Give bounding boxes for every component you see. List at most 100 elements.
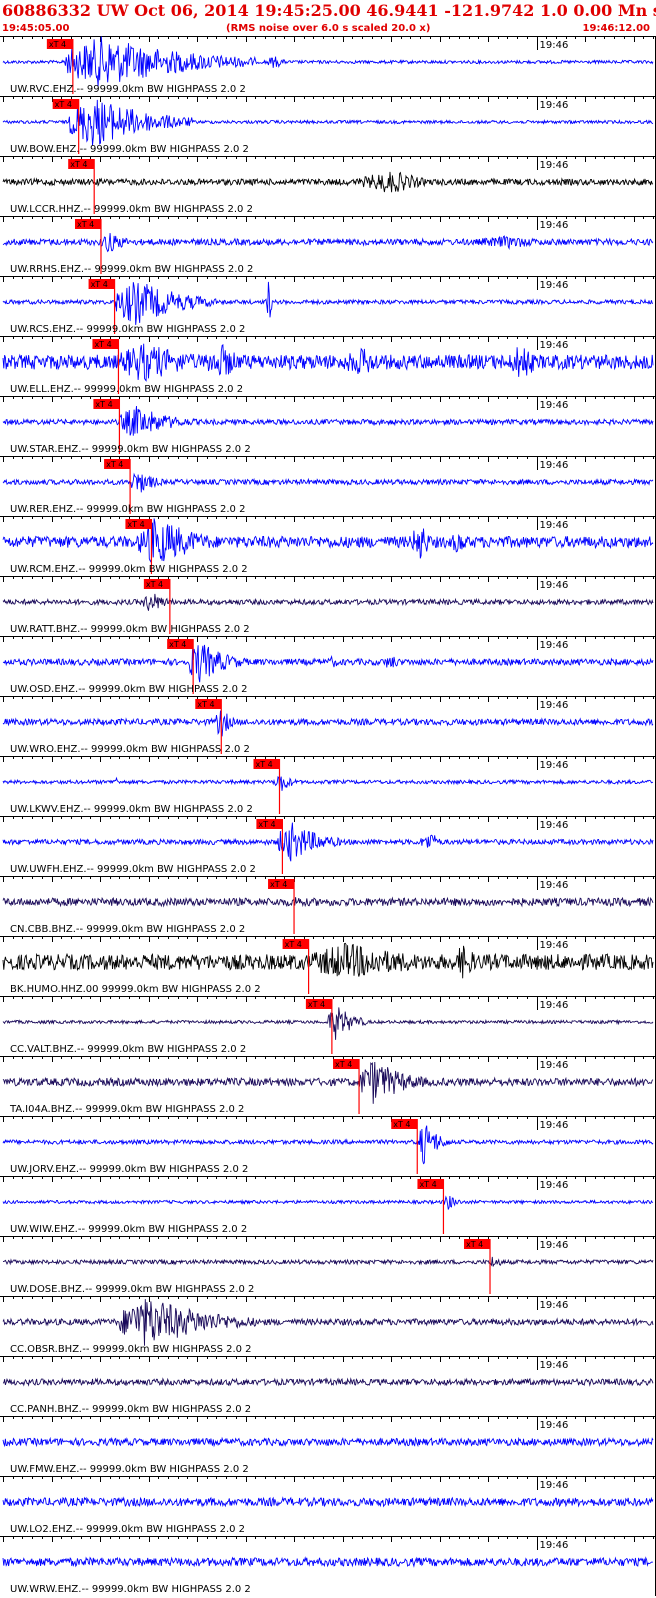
trace-label: UW.OSD.EHZ.-- 99999.0km BW HIGHPASS 2.0 … xyxy=(10,684,248,695)
trace-row: 19:46 xT 4 UW.RCS.EHZ.-- 99999.0km BW HIGH… xyxy=(0,276,656,335)
pick-label: xT 4 xyxy=(95,400,112,409)
trace-label: CC.PANH.BHZ.-- 99999.0km BW HIGHPASS 2.0… xyxy=(10,1404,251,1415)
trace-label: UW.JORV.EHZ.-- 99999.0km BW HIGHPASS 2.0… xyxy=(10,1164,248,1175)
trace-row: 19:46 xT 4 UW.UWFH.EHZ.-- 99999.0km BW HIG… xyxy=(0,816,656,875)
trace-label: CC.OBSR.BHZ.-- 99999.0km BW HIGHPASS 2.0… xyxy=(10,1344,252,1355)
trace-row: 19:46 xT 4 UW.RRHS.EHZ.-- 99999.0km BW HIG… xyxy=(0,216,656,275)
trace-label: UW.ELL.EHZ.-- 99999.0km BW HIGHPASS 2.0 … xyxy=(10,384,243,395)
pick-label: xT 4 xyxy=(255,760,272,769)
pick-label: xT 4 xyxy=(393,1120,410,1129)
pick-label: xT 4 xyxy=(49,40,66,49)
pick-label: xT 4 xyxy=(91,280,108,289)
trace-label: UW.RVC.EHZ.-- 99999.0km BW HIGHPASS 2.0 … xyxy=(10,84,246,95)
trace-label: UW.UWFH.EHZ.-- 99999.0km BW HIGHPASS 2.0… xyxy=(10,864,256,875)
trace-label: TA.I04A.BHZ.-- 99999.0km BW HIGHPASS 2.0… xyxy=(9,1104,244,1115)
pick-label: xT 4 xyxy=(169,640,186,649)
waveform xyxy=(2,593,654,611)
pick-label: xT 4 xyxy=(70,160,87,169)
trace-label: UW.RATT.BHZ.-- 99999.0km BW HIGHPASS 2.0… xyxy=(10,624,250,635)
trace-label: UW.BOW.EHZ.-- 99999.0km BW HIGHPASS 2.0 … xyxy=(10,144,249,155)
pick-label: xT 4 xyxy=(106,460,123,469)
pick-label: xT 4 xyxy=(146,580,163,589)
pick-label: xT 4 xyxy=(466,1240,483,1249)
trace-row: 19:46 xT 4 UW.LKWV.EHZ.-- 99999.0km BW HIG… xyxy=(0,756,656,815)
minute-label: 19:46 xyxy=(540,460,569,471)
minute-label: 19:46 xyxy=(540,340,569,351)
waveform xyxy=(2,1496,654,1508)
trace-label: UW.LO2.EHZ.-- 99999.0km BW HIGHPASS 2.0 … xyxy=(10,1524,245,1535)
trace-label: UW.LCCR.HHZ.-- 99999.0km BW HIGHPASS 2.0… xyxy=(10,204,253,215)
trace-row: 19:46 xT 4 UW.ELL.EHZ.-- 99999.0km BW HIGH… xyxy=(0,336,656,395)
minute-label: 19:46 xyxy=(540,160,569,171)
waveform xyxy=(2,896,654,908)
trace-row: 19:46 xT 4 UW.RVC.EHZ.-- 99999.0km BW HIGH… xyxy=(0,36,656,95)
minute-label: 19:46 xyxy=(540,940,569,951)
trace-label: UW.LKWV.EHZ.-- 99999.0km BW HIGHPASS 2.0… xyxy=(10,804,253,815)
minute-label: 19:46 xyxy=(540,1240,569,1251)
minute-label: 19:46 xyxy=(540,40,569,51)
trace-label: UW.RCS.EHZ.-- 99999.0km BW HIGHPASS 2.0 … xyxy=(10,324,245,335)
waveform xyxy=(2,1256,654,1267)
trace-row: 19:46 UW.LO2.EHZ.-- 99999.0km BW HIGHPASS… xyxy=(0,1476,656,1535)
minute-label: 19:46 xyxy=(540,1540,569,1551)
minute-label: 19:46 xyxy=(540,1420,569,1431)
pick-label: xT 4 xyxy=(77,220,94,229)
trace-label: UW.RCM.EHZ.-- 99999.0km BW HIGHPASS 2.0 … xyxy=(10,564,248,575)
event-header: 60886332 UW Oct 06, 2014 19:45:25.00 46.… xyxy=(2,1,656,20)
pick-label: xT 4 xyxy=(335,1060,352,1069)
trace-row: 19:46 CC.PANH.BHZ.-- 99999.0km BW HIGHPAS… xyxy=(0,1356,656,1415)
trace-row: 19:46 xT 4 UW.RER.EHZ.-- 99999.0km BW HIGH… xyxy=(0,456,656,515)
trace-row: 19:46 xT 4 CN.CBB.BHZ.-- 99999.0km BW HIGH… xyxy=(0,876,656,935)
trace-row: 19:46 xT 4 UW.STAR.EHZ.-- 99999.0km BW HIG… xyxy=(0,396,656,455)
start-time-label: 19:45:05.00 xyxy=(2,23,70,34)
minute-label: 19:46 xyxy=(540,1360,569,1371)
trace-label: UW.STAR.EHZ.-- 99999.0km BW HIGHPASS 2.0… xyxy=(10,444,251,455)
minute-label: 19:46 xyxy=(540,1300,569,1311)
trace-row: 19:46 UW.WRW.EHZ.-- 99999.0km BW HIGHPASS… xyxy=(0,1536,656,1595)
waveform xyxy=(2,472,654,493)
pick-label: xT 4 xyxy=(419,1180,436,1189)
waveform xyxy=(2,1377,654,1387)
minute-label: 19:46 xyxy=(540,1120,569,1131)
trace-row: 19:46 UW.FMW.EHZ.-- 99999.0km BW HIGHPASS… xyxy=(0,1416,656,1475)
minute-label: 19:46 xyxy=(540,520,569,531)
pick-label: xT 4 xyxy=(197,700,214,709)
waveform xyxy=(2,171,654,193)
trace-label: CN.CBB.BHZ.-- 99999.0km BW HIGHPASS 2.0 … xyxy=(10,924,245,935)
trace-row: 19:46 xT 4 UW.OSD.EHZ.-- 99999.0km BW HIGH… xyxy=(0,636,656,695)
pick-label: xT 4 xyxy=(258,820,275,829)
minute-label: 19:46 xyxy=(540,1480,569,1491)
trace-row: 19:46 xT 4 TA.I04A.BHZ.-- 99999.0km BW HIG… xyxy=(0,1056,656,1115)
minute-label: 19:46 xyxy=(540,400,569,411)
minute-label: 19:46 xyxy=(540,1180,569,1191)
end-time-label: 19:46:12.00 xyxy=(582,23,650,34)
pick-label: xT 4 xyxy=(308,1000,325,1009)
trace-label: UW.RER.EHZ.-- 99999.0km BW HIGHPASS 2.0 … xyxy=(10,504,245,515)
trace-label: UW.DOSE.BHZ.-- 99999.0km BW HIGHPASS 2.0… xyxy=(10,1284,254,1295)
pick-label: xT 4 xyxy=(270,880,287,889)
minute-label: 19:46 xyxy=(540,820,569,831)
trace-label: CC.VALT.BHZ.-- 99999.0km BW HIGHPASS 2.0… xyxy=(10,1044,246,1055)
minute-label: 19:46 xyxy=(540,880,569,891)
trace-row: 19:46 xT 4 UW.WRO.EHZ.-- 99999.0km BW HIGH… xyxy=(0,696,656,755)
trace-label: UW.FMW.EHZ.-- 99999.0km BW HIGHPASS 2.0 … xyxy=(10,1464,249,1475)
rms-note: (RMS noise over 6.0 s scaled 20.0 x) xyxy=(226,23,431,34)
waveform xyxy=(2,776,654,791)
waveform xyxy=(2,1195,654,1210)
trace-row: 19:46 xT 4 CC.VALT.BHZ.-- 99999.0km BW HIG… xyxy=(0,996,656,1055)
trace-row: 19:46 xT 4 UW.JORV.EHZ.-- 99999.0km BW HIG… xyxy=(0,1116,656,1175)
minute-label: 19:46 xyxy=(540,580,569,591)
waveform xyxy=(2,710,654,737)
trace-label: UW.WIW.EHZ.-- 99999.0km BW HIGHPASS 2.0 … xyxy=(10,1224,247,1235)
minute-label: 19:46 xyxy=(540,100,569,111)
trace-row: 19:46 CC.OBSR.BHZ.-- 99999.0km BW HIGHPAS… xyxy=(0,1296,656,1355)
trace-label: UW.RRHS.EHZ.-- 99999.0km BW HIGHPASS 2.0… xyxy=(10,264,253,275)
minute-label: 19:46 xyxy=(540,1000,569,1011)
trace-label: UW.WRO.EHZ.-- 99999.0km BW HIGHPASS 2.0 … xyxy=(10,744,250,755)
pick-label: xT 4 xyxy=(55,100,72,109)
trace-row: 19:46 xT 4 UW.RCM.EHZ.-- 99999.0km BW HIGH… xyxy=(0,516,656,575)
pick-label: xT 4 xyxy=(127,520,144,529)
trace-row: 19:46 xT 4 UW.LCCR.HHZ.-- 99999.0km BW HIG… xyxy=(0,156,656,215)
minute-label: 19:46 xyxy=(540,280,569,291)
pick-label: xT 4 xyxy=(285,940,302,949)
